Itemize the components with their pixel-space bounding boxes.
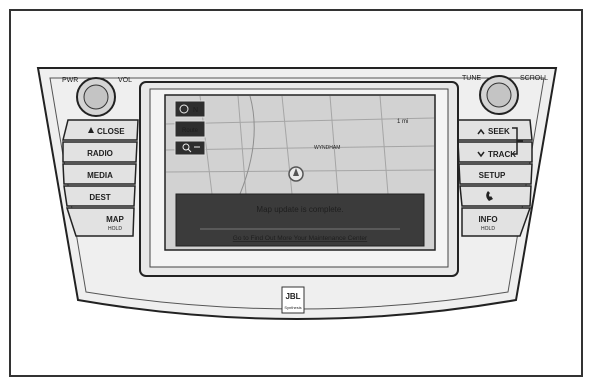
media-button-label: MEDIA (87, 171, 113, 180)
map-street-label: WYNDHAM (314, 145, 340, 151)
knob-label-vol: VOL (118, 77, 132, 84)
close-button-label: CLOSE (97, 127, 125, 136)
map-scale-label: 1 mi (397, 119, 408, 125)
power-volume-knob[interactable] (76, 77, 116, 117)
dest-button-label: DEST (89, 193, 110, 202)
logo-sub: Synthesis (284, 305, 301, 310)
info-button-label: INFO (478, 215, 497, 224)
compass-button-label: N (193, 107, 198, 114)
setup-button-label: SETUP (479, 171, 506, 180)
seek-button-label: SEEK (488, 127, 510, 136)
zoom-button[interactable] (174, 140, 206, 156)
knob-label-pwr: PWR (62, 77, 78, 84)
logo-brand: JBL (285, 292, 300, 301)
knob-label-tune: TUNE (462, 75, 481, 82)
map-button[interactable] (65, 207, 135, 237)
phone-button[interactable] (459, 185, 532, 207)
info-button-sublabel: HOLD (481, 226, 495, 232)
head-unit-diagram: PWR VOL TUNE SCROLL CLOSE RADIO MEDIA DE… (36, 67, 558, 320)
maintenance-center-link[interactable]: Go to Find Out More Your Maintenance Cen… (233, 235, 368, 242)
radio-button-label: RADIO (87, 149, 113, 158)
track-button-label: TRACK (488, 150, 516, 159)
map-button-sublabel: HOLD (108, 226, 122, 232)
vehicle-position-icon (288, 166, 304, 182)
notification-message: Map update is complete. (256, 205, 343, 214)
route-button-label: Route (182, 128, 199, 134)
map-button-label: MAP (106, 215, 124, 224)
tune-scroll-knob[interactable] (479, 75, 519, 115)
knob-label-scroll: SCROLL (520, 75, 548, 82)
